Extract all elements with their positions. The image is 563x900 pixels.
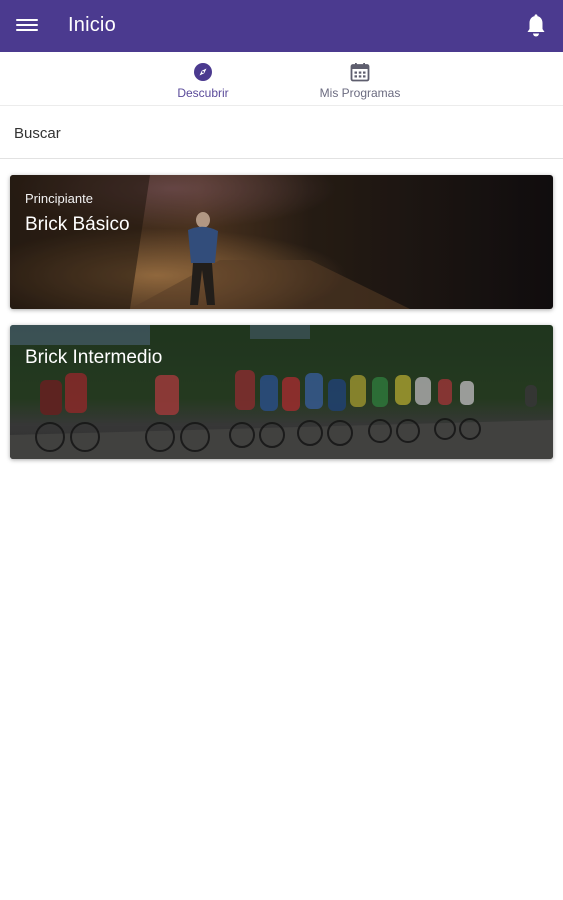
program-card-brick-intermedio[interactable]: Brick Intermedio [10,325,553,459]
tab-descubrir-label: Descubrir [177,86,229,100]
bell-icon[interactable] [525,14,547,38]
program-title: Brick Básico [25,214,130,235]
page-title: Inicio [68,14,116,36]
search-bar [0,107,563,159]
search-input[interactable] [14,119,544,147]
program-title: Brick Intermedio [25,347,163,368]
tab-descubrir[interactable]: Descubrir [148,60,258,100]
tab-mis-programas[interactable]: Mis Programas [305,60,415,100]
program-card-brick-basico[interactable]: Principiante Brick Básico [10,175,553,309]
tab-mis-programas-label: Mis Programas [319,86,401,100]
calendar-icon [350,62,370,82]
compass-icon [193,62,213,82]
hamburger-menu-icon[interactable] [16,16,38,36]
cyclists-photo [10,325,553,459]
tab-bar: Descubrir Mis Programas [0,52,563,106]
program-level: Principiante [25,191,93,206]
app-bar: Inicio [0,0,563,52]
